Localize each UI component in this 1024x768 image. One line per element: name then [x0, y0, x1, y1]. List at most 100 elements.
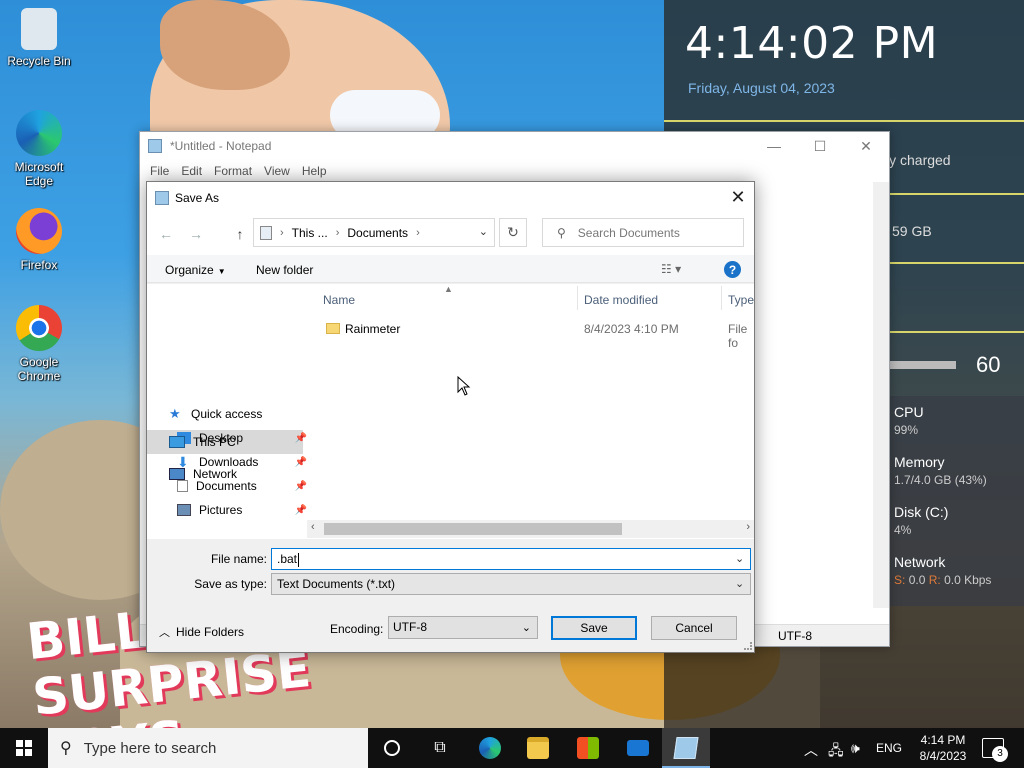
file-name-value: .bat [277, 552, 298, 566]
file-list-row[interactable]: Rainmeter 8/4/2023 4:10 PM File fo [323, 319, 753, 350]
taskbar-time: 4:14 PM [920, 733, 966, 747]
scroll-right-icon[interactable]: › [746, 521, 750, 533]
sort-ascending-icon: ▲ [444, 284, 453, 294]
rainmeter-volume-bar [890, 361, 956, 369]
scrollbar-thumb[interactable] [324, 523, 622, 535]
column-separator[interactable] [577, 286, 578, 310]
help-icon[interactable]: ? [724, 261, 741, 278]
rainmeter-disk-label: Disk (C:) [894, 504, 949, 520]
cortana-button[interactable] [368, 728, 416, 768]
computer-icon [169, 436, 185, 448]
menu-file[interactable]: File [144, 164, 175, 178]
pictures-icon [177, 504, 191, 516]
save-button[interactable]: Save [551, 616, 637, 640]
save-as-type-chevron-down-icon[interactable]: ⌄ [735, 577, 744, 590]
input-language-indicator[interactable]: ENG [876, 741, 902, 755]
save-as-dialog: Save As ✕ ← → ↑ › This ... › Documents ›… [146, 181, 755, 653]
organize-label: Organize [165, 263, 214, 277]
column-header-date-modified[interactable]: Date modified [584, 293, 658, 307]
cancel-button[interactable]: Cancel [651, 616, 737, 640]
breadcrumb-this-pc[interactable]: This ... [292, 226, 328, 240]
tree-item-label: This PC [193, 435, 236, 449]
taskbar-mail[interactable] [614, 728, 662, 768]
pin-icon: 📌 [294, 504, 307, 516]
view-options-icon[interactable]: ☷ ▾ [661, 262, 681, 276]
chrome-icon [16, 305, 62, 351]
network-tray-icon[interactable]: 🖧 [828, 740, 844, 764]
star-icon: ★ [169, 406, 181, 421]
rainmeter-clock: 4:14:02 PM [685, 18, 939, 69]
tree-item-quick-access[interactable]: ★ Quick access [169, 404, 303, 424]
rainmeter-volume-value: 60 [976, 352, 1001, 377]
notepad-vertical-scrollbar[interactable] [873, 182, 889, 608]
notepad-icon [148, 139, 162, 153]
rainmeter-date: Friday, August 04, 2023 [688, 80, 835, 96]
breadcrumb-separator-icon: › [416, 226, 420, 239]
taskbar-file-explorer[interactable] [514, 728, 562, 768]
horizontal-scrollbar[interactable]: ‹ › [307, 520, 754, 538]
tree-item-label: Quick access [191, 407, 263, 421]
close-icon[interactable]: ✕ [843, 132, 889, 160]
address-history-chevron-down-icon[interactable]: ⌄ [479, 225, 488, 238]
taskbar-edge[interactable] [466, 728, 514, 768]
dialog-close-icon[interactable]: ✕ [722, 182, 754, 213]
organize-button[interactable]: Organize ▼ [165, 263, 226, 277]
desktop-icon-firefox[interactable]: Firefox [0, 208, 78, 272]
menu-help[interactable]: Help [296, 164, 333, 178]
breadcrumb-separator-icon: › [280, 226, 284, 239]
scroll-left-icon[interactable]: ‹ [311, 521, 315, 533]
column-separator[interactable] [721, 286, 722, 310]
search-documents-input[interactable]: ⚲ Search Documents [542, 218, 744, 247]
save-as-type-select[interactable]: Text Documents (*.txt) [271, 573, 751, 595]
breadcrumb-documents[interactable]: Documents [347, 226, 408, 240]
column-header-name[interactable]: Name [323, 293, 355, 307]
start-button[interactable] [0, 728, 48, 768]
encoding-select[interactable]: UTF-8 ⌄ [388, 616, 538, 639]
up-arrow-icon[interactable]: ↑ [229, 223, 251, 245]
taskbar-store[interactable] [564, 728, 612, 768]
hide-folders-label: Hide Folders [176, 625, 245, 639]
refresh-icon[interactable]: ↻ [499, 218, 527, 247]
recycle-bin-icon [21, 8, 57, 50]
tree-item-pictures[interactable]: Pictures 📌 [177, 500, 311, 520]
hide-folders-button[interactable]: ︿ Hide Folders [159, 624, 244, 640]
menu-view[interactable]: View [258, 164, 296, 178]
notepad-status-encoding: UTF-8 [778, 629, 812, 643]
task-view-button[interactable]: ⧉ [416, 728, 464, 768]
column-header-type[interactable]: Type [728, 293, 754, 307]
resize-grip-icon[interactable] [744, 642, 752, 650]
forward-arrow-icon[interactable]: → [185, 223, 207, 245]
tree-item-label: Pictures [199, 503, 243, 517]
navigation-pane: ★ Quick access Desktop 📌 ⬇ Downloads 📌 D… [147, 284, 307, 539]
desktop-icon-edge[interactable]: Microsoft Edge [0, 110, 78, 188]
navigation-bar: ← → ↑ › This ... › Documents › ⌄ ↻ ⚲ Sea… [147, 213, 754, 255]
notepad-menubar: File Edit Format View Help [140, 160, 889, 182]
show-hidden-icons-chevron-icon[interactable]: ︿ [804, 740, 818, 760]
tree-item-network[interactable]: Network [169, 464, 303, 484]
search-icon: ⚲ [60, 740, 72, 757]
encoding-label: Encoding: [330, 622, 384, 636]
rainmeter-network-value: S: 0.0 R: 0.0 Kbps [894, 573, 991, 587]
file-explorer-icon [527, 737, 549, 759]
tree-item-this-pc[interactable]: This PC [169, 432, 303, 452]
network-receive-value: 0.0 Kbps [944, 573, 992, 587]
file-name-chevron-down-icon[interactable]: ⌄ [735, 552, 744, 565]
back-arrow-icon[interactable]: ← [155, 223, 177, 245]
minimize-icon[interactable]: — [751, 132, 797, 160]
address-bar[interactable]: › This ... › Documents › ⌄ [253, 218, 495, 247]
new-folder-button[interactable]: New folder [256, 263, 313, 277]
maximize-icon[interactable]: ☐ [797, 132, 843, 160]
desktop-icon-chrome[interactable]: Google Chrome [0, 305, 78, 383]
volume-icon[interactable]: 🕪 [851, 740, 860, 757]
save-as-titlebar: Save As [147, 182, 754, 213]
desktop-icon-label: Microsoft Edge [14, 160, 64, 188]
file-type: File fo [728, 322, 748, 350]
mouse-pointer-icon [457, 376, 471, 396]
file-name-input[interactable]: .bat [271, 548, 751, 570]
taskbar-clock[interactable]: 4:14 PM 8/4/2023 [912, 732, 974, 764]
desktop-icon-recycle-bin[interactable]: Recycle Bin [0, 8, 78, 68]
taskbar-notepad[interactable] [662, 728, 710, 768]
taskbar-search-box[interactable]: ⚲ Type here to search [48, 728, 368, 768]
menu-edit[interactable]: Edit [175, 164, 208, 178]
menu-format[interactable]: Format [208, 164, 258, 178]
